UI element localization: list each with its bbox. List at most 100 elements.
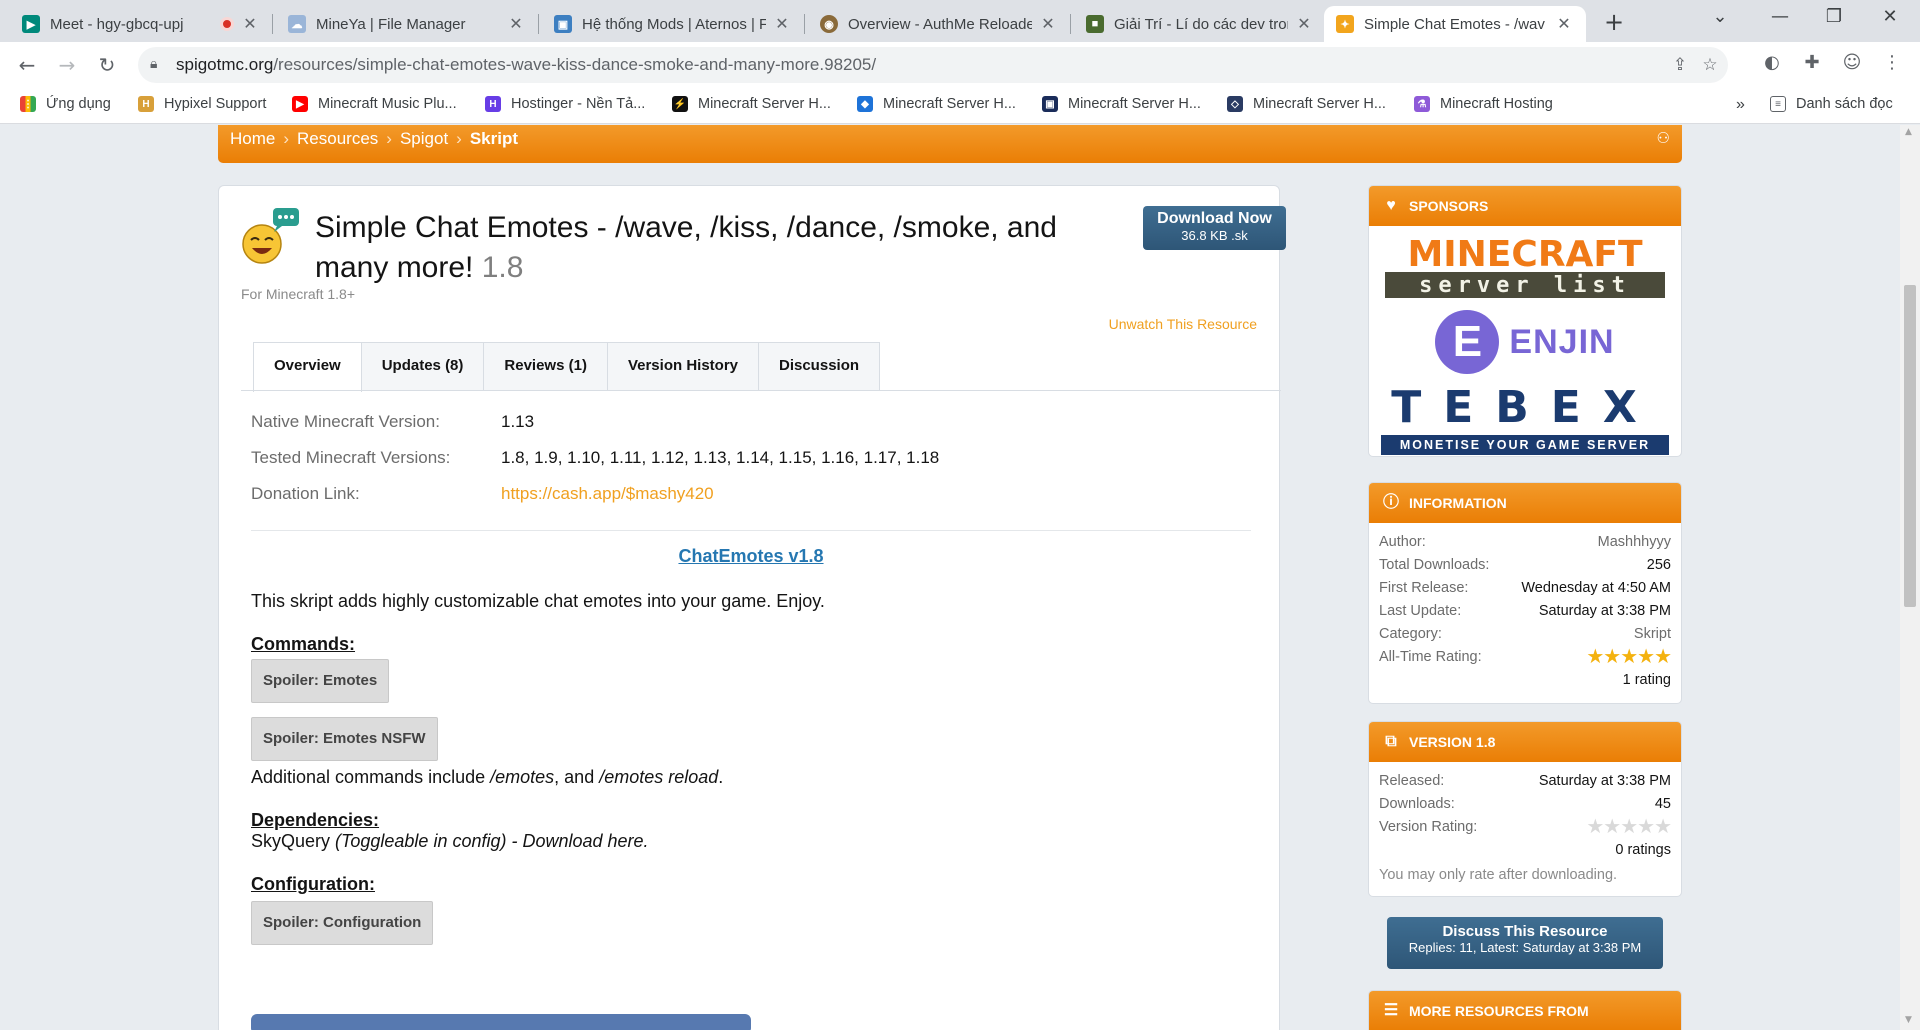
sponsors-block: ♥ SPONSORS MINECRAFT server list E ENJIN … (1368, 185, 1682, 457)
puzzle-extensions-icon[interactable]: ✚ (1798, 52, 1826, 73)
sitemap-icon[interactable]: ⚇ (1657, 129, 1670, 147)
scrollbar-thumb[interactable] (1904, 285, 1916, 607)
star-icon: ★ (1603, 646, 1621, 668)
unwatch-resource-link[interactable]: Unwatch This Resource (1109, 316, 1257, 332)
tab-giai-tri[interactable]: ■ Giải Trí - Lí do các dev trong ✕ (1074, 6, 1326, 42)
tab-aternos[interactable]: ▣ Hệ thống Mods | Aternos | F ✕ (542, 6, 804, 42)
profile-avatar-icon[interactable]: ☺ (1838, 52, 1866, 73)
tab-separator (804, 14, 805, 34)
breadcrumb-chevron-icon: › (456, 129, 462, 148)
bookmark-apps[interactable]: ⋮ Ứng dụng (20, 96, 111, 112)
star-icon: ★ (1654, 816, 1672, 838)
enjin-mark-icon: E (1435, 310, 1500, 374)
spoiler-emotes-nsfw-button[interactable]: Spoiler: Emotes NSFW (251, 717, 438, 761)
address-bar[interactable]: 🔒︎ spigotmc.org/resources/simple-chat-em… (138, 47, 1728, 83)
version-block: ⧉ VERSION 1.8 Released: Saturday at 3:38 P… (1368, 721, 1682, 897)
forward-button[interactable]: → (52, 50, 82, 80)
hostinger-icon: H (485, 96, 501, 112)
close-icon[interactable]: ✕ (1038, 14, 1058, 34)
new-tab-button[interactable]: + (1600, 8, 1628, 36)
tab-updates[interactable]: Updates (8) (360, 342, 485, 390)
discuss-resource-button[interactable]: Discuss This Resource Replies: 11, Lates… (1387, 917, 1663, 969)
close-icon[interactable]: ✕ (1294, 14, 1314, 34)
page-scrollbar[interactable]: ▲ ▼ (1900, 125, 1920, 1030)
tab-meet[interactable]: ▶ Meet - hgy-gbcq-upj ✕ (10, 6, 272, 42)
breadcrumb-chevron-icon: › (283, 129, 290, 148)
bookmark-server-4[interactable]: ◇ Minecraft Server H... (1227, 96, 1386, 112)
enjin-logo[interactable]: E ENJIN (1381, 306, 1669, 378)
spoiler-configuration-button[interactable]: Spoiler: Configuration (251, 901, 434, 945)
url-path: /resources/simple-chat-emotes-wave-kiss-… (273, 55, 877, 74)
bookmark-minecraft-music[interactable]: ▶ Minecraft Music Plu... (292, 96, 457, 112)
bookmark-minecraft-hosting[interactable]: ⚗ Minecraft Hosting (1414, 96, 1553, 112)
breadcrumb-chevron-icon: › (386, 129, 392, 148)
author-link[interactable]: Mashhhyyy (1598, 531, 1671, 554)
extension-icon[interactable]: ◐ (1758, 52, 1786, 73)
bookmark-server-3[interactable]: ▣ Minecraft Server H... (1042, 96, 1201, 112)
category-link[interactable]: Skript (1634, 623, 1671, 646)
version-rating-stars[interactable]: ★★★★★ (1586, 816, 1672, 839)
google-meet-icon: ▶ (22, 15, 40, 33)
star-icon: ★ (1654, 646, 1672, 668)
tab-reviews[interactable]: Reviews (1) (483, 342, 608, 390)
tab-overview[interactable]: Overview (253, 342, 362, 392)
grass-block-icon: ■ (1086, 15, 1104, 33)
back-button[interactable]: ← (12, 50, 42, 80)
tab-discussion[interactable]: Discussion (758, 342, 881, 390)
information-block: ⓘ INFORMATION Author: Mashhhyyy Total Down… (1368, 482, 1682, 704)
chatemotes-title-link[interactable]: ChatEmotes v1.8 (251, 546, 1251, 567)
share-icon[interactable]: ⇪ (1668, 55, 1692, 75)
browser-tab-bar: ▶ Meet - hgy-gbcq-upj ✕ ☁ MineYa | File … (0, 0, 1920, 42)
resource-main-panel: Simple Chat Emotes - /wave, /kiss, /danc… (218, 185, 1286, 1030)
reload-button[interactable]: ↻ (92, 50, 122, 80)
scroll-up-icon[interactable]: ▲ (1905, 127, 1912, 137)
field-tested-versions: Tested Minecraft Versions: 1.8, 1.9, 1.1… (251, 448, 940, 467)
lock-icon[interactable]: 🔒︎ (150, 56, 157, 72)
tebex-logo[interactable]: TEBEX (1381, 382, 1669, 433)
close-icon[interactable]: ✕ (1554, 14, 1574, 34)
restore-button[interactable]: ❐ (1814, 6, 1854, 27)
download-now-button[interactable]: Download Now 36.8 KB .sk (1143, 206, 1286, 250)
version-rating: Version Rating: ★★★★★ (1379, 816, 1672, 839)
tab-version-history[interactable]: Version History (606, 342, 759, 390)
resource-subtitle: For Minecraft 1.8+ (241, 286, 355, 302)
more-bookmarks-chevron-icon[interactable]: » (1736, 96, 1745, 114)
close-window-button[interactable]: ✕ (1870, 6, 1910, 27)
tab-search-chevron-icon[interactable]: ⌄ (1700, 6, 1740, 27)
info-author: Author: Mashhhyyy (1369, 531, 1681, 554)
close-icon[interactable]: ✕ (240, 14, 260, 34)
tab-authme[interactable]: ◉ Overview - AuthMe Reloade ✕ (808, 6, 1070, 42)
minecraft-server-list-logo[interactable]: MINECRAFT server list (1381, 236, 1669, 300)
bookmark-hostinger[interactable]: H Hostinger - Nền Tả... (485, 96, 645, 112)
square-logo-icon: ▣ (1042, 96, 1058, 112)
skyquery-download-link[interactable]: (Toggleable in config) - Download here. (335, 831, 649, 851)
reading-list[interactable]: ≡ Danh sách đọc (1770, 96, 1893, 112)
breadcrumb-resources[interactable]: Resources (297, 129, 378, 149)
tab-simple-chat-emotes[interactable]: ✦ Simple Chat Emotes - /wav ✕ (1324, 6, 1586, 42)
version-title: VERSION 1.8 (1409, 734, 1496, 750)
star-icon: ★ (1620, 816, 1638, 838)
minimize-button[interactable]: — (1760, 6, 1800, 27)
hypixel-icon: H (138, 96, 154, 112)
tab-mineya[interactable]: ☁ MineYa | File Manager ✕ (276, 6, 538, 42)
breadcrumb-home[interactable]: Home (230, 129, 275, 149)
bookmark-server-1[interactable]: ⚡ Minecraft Server H... (672, 96, 831, 112)
version-rating-count: 0 ratings (1615, 842, 1671, 858)
all-time-rating-count: 1 rating (1622, 672, 1671, 688)
scroll-down-icon[interactable]: ▼ (1905, 1015, 1912, 1025)
donation-link[interactable]: https://cash.app/$mashy420 (501, 484, 714, 520)
bookmark-hypixel[interactable]: H Hypixel Support (138, 96, 266, 112)
bookmark-server-2[interactable]: ◆ Minecraft Server H... (857, 96, 1016, 112)
list-icon: ☰ (1383, 1002, 1399, 1019)
reading-list-icon: ≡ (1770, 96, 1786, 112)
close-icon[interactable]: ✕ (772, 14, 792, 34)
spoiler-emotes-button[interactable]: Spoiler: Emotes (251, 659, 390, 703)
resource-title: Simple Chat Emotes - /wave, /kiss, /danc… (315, 211, 1057, 284)
tab-separator (1070, 14, 1071, 34)
bookmark-star-icon[interactable]: ☆ (1698, 55, 1722, 75)
more-menu-icon[interactable]: ⋮ (1878, 52, 1906, 73)
breadcrumb-skript[interactable]: Skript (470, 129, 518, 149)
breadcrumb-spigot[interactable]: Spigot (400, 129, 448, 149)
cube-blue-icon: ◆ (857, 96, 873, 112)
close-icon[interactable]: ✕ (506, 14, 526, 34)
